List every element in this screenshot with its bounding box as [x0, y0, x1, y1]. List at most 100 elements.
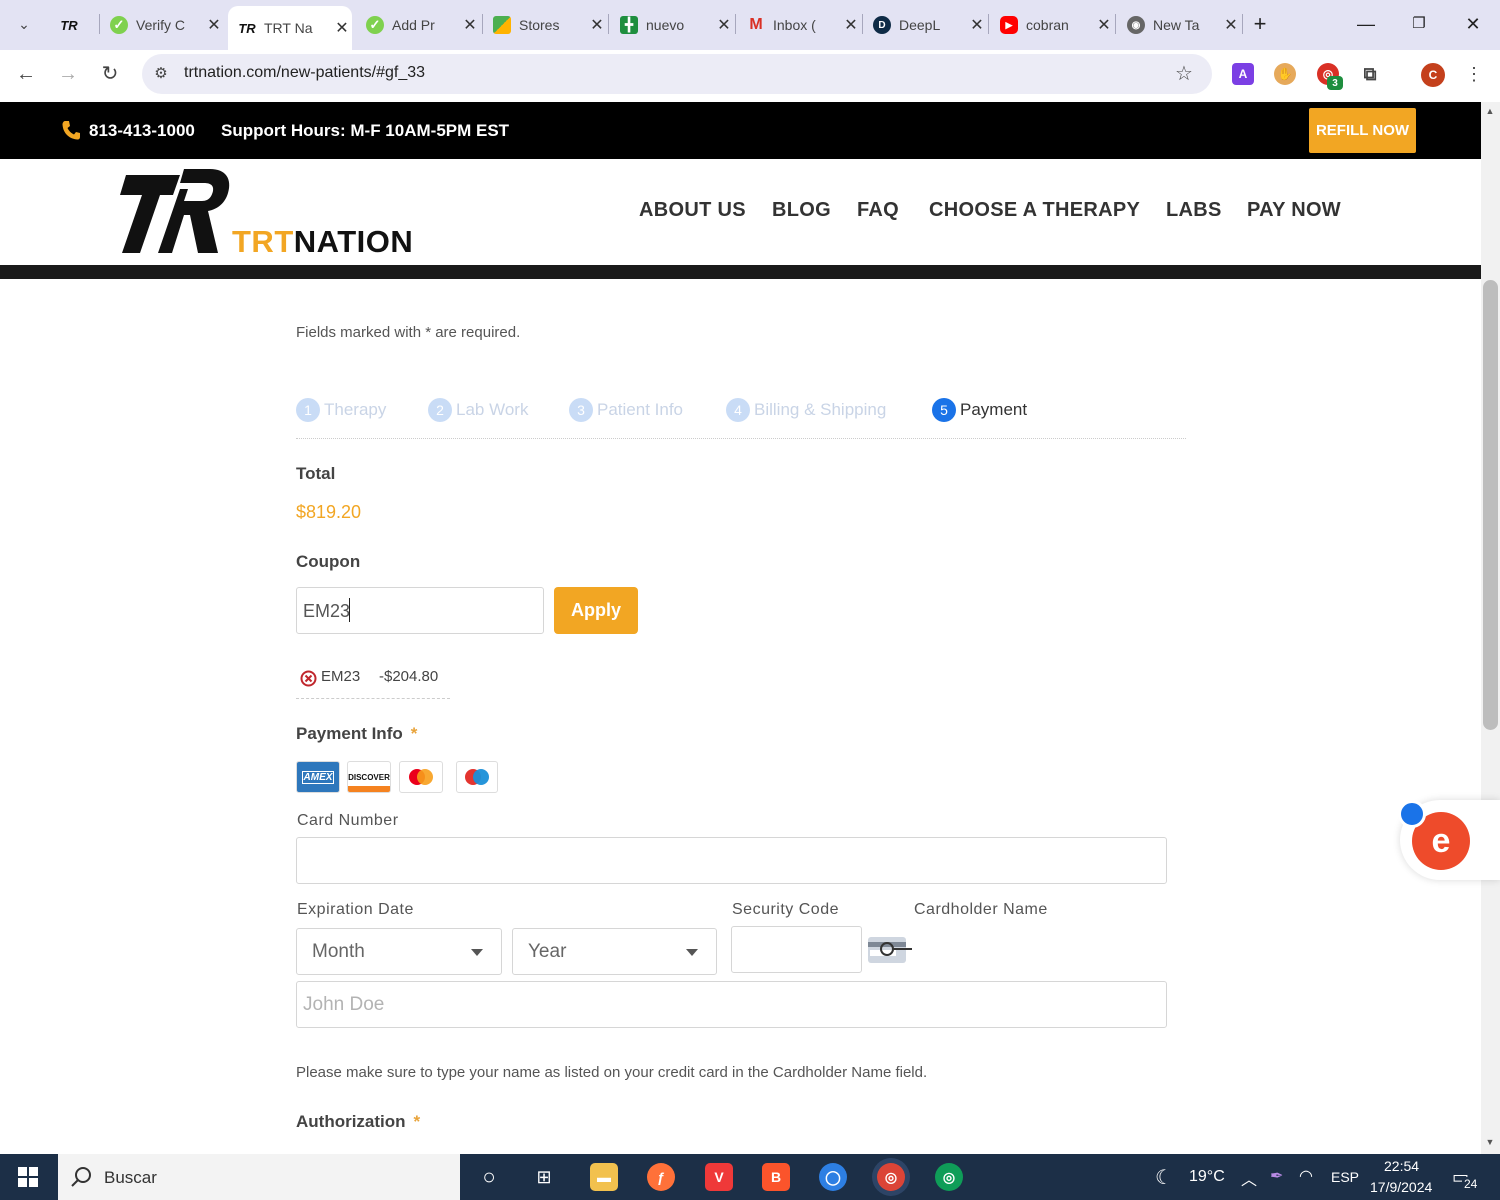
- chevron-down-icon: [686, 949, 698, 956]
- search-icon: [71, 1167, 91, 1187]
- check-icon: ✓: [110, 16, 128, 34]
- logo-wordmark[interactable]: TRTNATION: [232, 224, 413, 260]
- trt-nation-logo-mark[interactable]: [118, 165, 234, 257]
- scroll-up-icon[interactable]: ▲: [1484, 106, 1496, 116]
- reload-icon[interactable]: ↻: [94, 58, 126, 90]
- taskbar-search-text[interactable]: Buscar: [104, 1168, 157, 1188]
- tab-title: DeepL: [899, 17, 941, 33]
- chrome-icon[interactable]: ◎: [935, 1163, 963, 1191]
- month-select[interactable]: Month: [296, 928, 502, 975]
- pen-icon[interactable]: ✒: [1270, 1166, 1283, 1186]
- minimize-icon[interactable]: —: [1346, 8, 1386, 40]
- cortana-icon[interactable]: ○: [475, 1163, 503, 1191]
- window-close-icon[interactable]: ✕: [1453, 8, 1493, 40]
- chat-notification-icon[interactable]: [1398, 800, 1426, 828]
- close-icon[interactable]: ✕: [1094, 15, 1114, 35]
- back-arrow-icon[interactable]: ←: [10, 58, 42, 90]
- tab-add-product[interactable]: ✓ Add Pr ✕: [356, 8, 480, 42]
- tab-search-chevron-icon[interactable]: ⌄: [8, 8, 40, 40]
- tab-title: cobran: [1026, 17, 1069, 33]
- security-code-input[interactable]: [731, 926, 862, 973]
- card-number-input[interactable]: [296, 837, 1167, 884]
- nav-choose-a-therapy[interactable]: CHOOSE A THERAPY: [929, 199, 1140, 222]
- tab-stores[interactable]: Stores ✕: [483, 8, 607, 42]
- forward-arrow-icon[interactable]: →: [52, 58, 84, 90]
- weather-moon-icon[interactable]: ☾: [1150, 1163, 1178, 1191]
- cardholder-name-label: Cardholder Name: [914, 901, 1048, 918]
- language-indicator[interactable]: ESP: [1331, 1169, 1359, 1185]
- tab-gmail[interactable]: M Inbox ( ✕: [737, 8, 861, 42]
- clock-time[interactable]: 22:54: [1384, 1158, 1419, 1174]
- site-settings-icon[interactable]: ⚙: [145, 58, 177, 90]
- text-cursor: [349, 598, 350, 622]
- extension-hand-icon[interactable]: ✋: [1274, 63, 1296, 85]
- close-icon[interactable]: ✕: [587, 15, 607, 35]
- support-phone[interactable]: 813-413-1000: [89, 121, 195, 141]
- coupon-divider: [296, 698, 450, 699]
- cardholder-name-input[interactable]: John Doe: [296, 981, 1167, 1028]
- extensions-puzzle-icon[interactable]: ⧉: [1359, 63, 1381, 85]
- coupon-input[interactable]: EM23: [296, 587, 544, 634]
- windows-start-icon[interactable]: [18, 1167, 38, 1187]
- tab-pinned-trt[interactable]: TR: [50, 8, 96, 42]
- tray-chevron-up-icon[interactable]: ︿: [1241, 1166, 1257, 1190]
- restore-icon[interactable]: ❐: [1399, 8, 1439, 40]
- nav-about-us[interactable]: ABOUT US: [639, 199, 746, 222]
- menu-kebab-icon[interactable]: ⋮: [1458, 58, 1490, 90]
- step-lab-work[interactable]: 2 Lab Work: [428, 398, 528, 422]
- tab-verify[interactable]: ✓ Verify C ✕: [100, 8, 224, 42]
- refill-now-button[interactable]: REFILL NOW: [1309, 108, 1416, 153]
- card-cvv-icon: [868, 937, 912, 963]
- vivaldi-icon[interactable]: V: [705, 1163, 733, 1191]
- required-asterisk: *: [410, 724, 418, 743]
- close-icon[interactable]: ✕: [332, 18, 352, 38]
- url-text[interactable]: trtnation.com/new-patients/#gf_33: [184, 64, 425, 82]
- nav-blog[interactable]: BLOG: [772, 199, 831, 222]
- remove-coupon-icon[interactable]: [300, 670, 317, 687]
- scrollbar-thumb[interactable]: [1483, 280, 1498, 730]
- firefox-icon[interactable]: ƒ: [647, 1163, 675, 1191]
- tab-new-tab[interactable]: ◉ New Ta ✕: [1117, 8, 1241, 42]
- bookmark-star-icon[interactable]: ☆: [1168, 58, 1200, 90]
- close-icon[interactable]: ✕: [714, 15, 734, 35]
- close-icon[interactable]: ✕: [841, 15, 861, 35]
- close-icon[interactable]: ✕: [204, 15, 224, 35]
- temperature[interactable]: 19°C: [1189, 1168, 1225, 1186]
- file-explorer-icon[interactable]: ▬: [590, 1163, 618, 1191]
- step-payment[interactable]: 5 Payment: [932, 398, 1027, 422]
- task-view-icon[interactable]: ⊞: [530, 1163, 558, 1191]
- check-icon: ✓: [366, 16, 384, 34]
- required-note: Fields marked with * are required.: [296, 324, 521, 341]
- card-number-label: Card Number: [297, 812, 399, 829]
- tab-youtube[interactable]: ▶ cobran ✕: [990, 8, 1114, 42]
- amex-card-icon: AMEX: [296, 761, 340, 793]
- step-number: 4: [726, 398, 750, 422]
- tab-trt-nation[interactable]: TR TRT Na ✕: [228, 6, 352, 50]
- tab-title: Stores: [519, 17, 560, 33]
- clock-date[interactable]: 17/9/2024: [1370, 1179, 1432, 1195]
- profile-avatar[interactable]: C: [1421, 63, 1445, 87]
- step-number: 5: [932, 398, 956, 422]
- tab-deepl[interactable]: D DeepL ✕: [863, 8, 987, 42]
- tab-sheets[interactable]: ╋ nuevo ✕: [610, 8, 734, 42]
- year-select[interactable]: Year: [512, 928, 717, 975]
- close-icon[interactable]: ✕: [967, 15, 987, 35]
- nav-labs[interactable]: LABS: [1166, 199, 1222, 222]
- step-therapy[interactable]: 1 Therapy: [296, 398, 386, 422]
- extension-a-icon[interactable]: A: [1232, 63, 1254, 85]
- brave-icon[interactable]: B: [762, 1163, 790, 1191]
- chromium-icon[interactable]: ◯: [819, 1163, 847, 1191]
- step-patient-info[interactable]: 3 Patient Info: [569, 398, 683, 422]
- new-tab-plus-icon[interactable]: +: [1240, 8, 1280, 40]
- wifi-icon[interactable]: ◠: [1299, 1166, 1313, 1186]
- step-number: 1: [296, 398, 320, 422]
- step-billing-shipping[interactable]: 4 Billing & Shipping: [726, 398, 886, 422]
- nav-faq[interactable]: FAQ: [857, 199, 899, 222]
- close-icon[interactable]: ✕: [1221, 15, 1241, 35]
- scroll-down-icon[interactable]: ▼: [1484, 1137, 1496, 1147]
- chrome-profile-icon[interactable]: ◎: [877, 1163, 905, 1191]
- authorization-label: Authorization *: [296, 1112, 420, 1132]
- close-icon[interactable]: ✕: [460, 15, 480, 35]
- apply-coupon-button[interactable]: Apply: [554, 587, 638, 634]
- nav-pay-now[interactable]: PAY NOW: [1247, 199, 1341, 222]
